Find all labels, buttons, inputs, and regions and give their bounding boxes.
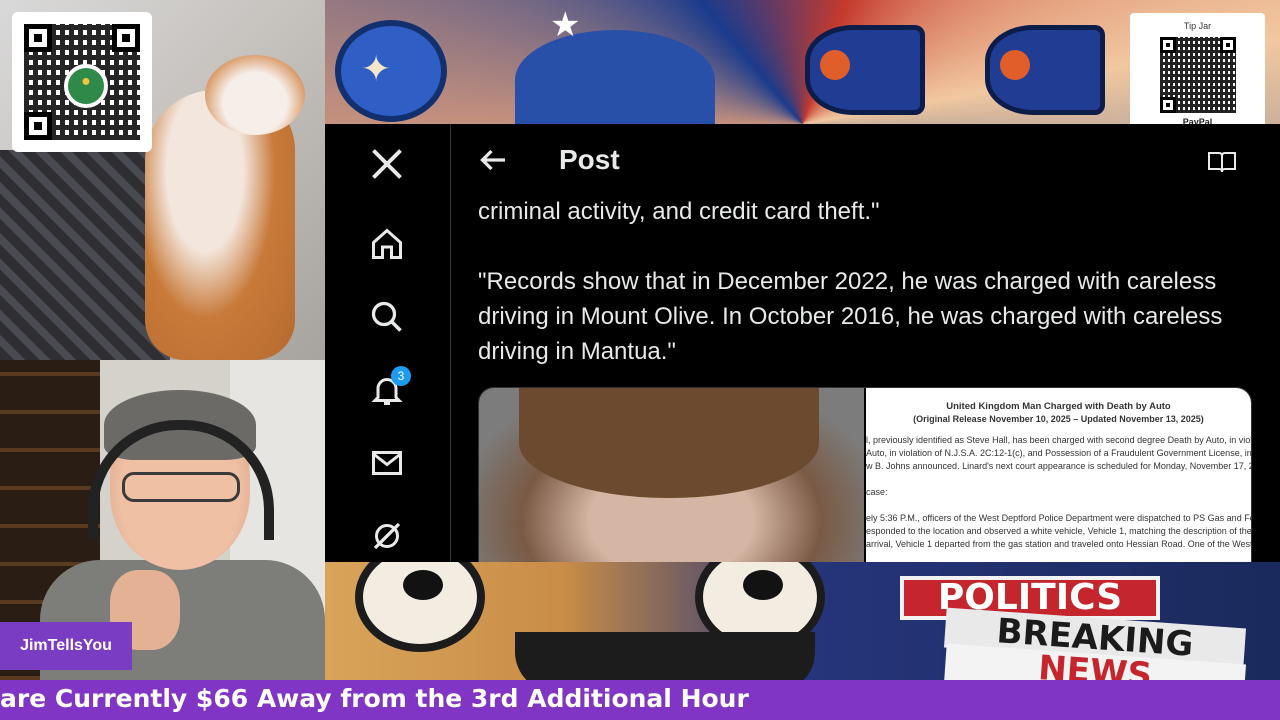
press-release-line: ely 5:36 P.M., officers of the West Dept… bbox=[866, 513, 1251, 523]
dog-head bbox=[205, 55, 305, 135]
tip-jar-qr-code bbox=[1159, 37, 1236, 113]
press-release-line bbox=[866, 499, 1251, 512]
megaphone-icon bbox=[805, 25, 925, 115]
press-release-title: United Kingdom Man Charged with Death by… bbox=[946, 401, 1171, 412]
cartoon-eye bbox=[355, 562, 485, 652]
notifications-bell-icon[interactable]: 3 bbox=[367, 366, 411, 410]
mail-icon[interactable] bbox=[367, 443, 407, 483]
grok-icon[interactable] bbox=[367, 516, 407, 556]
press-release-line: case: bbox=[866, 487, 888, 497]
post-body-text: criminal activity, and credit card theft… bbox=[478, 194, 1238, 404]
mugshot-image[interactable] bbox=[479, 388, 864, 562]
post-paragraph: "Records show that in December 2022, he … bbox=[478, 268, 1223, 365]
x-post-window: 3 Post criminal activity, and credit car… bbox=[325, 124, 1280, 562]
bird-icon: ✦ bbox=[335, 20, 447, 122]
post-paragraph: criminal activity, and credit card theft… bbox=[478, 198, 880, 225]
press-release-line: esponded to the location and observed a … bbox=[866, 526, 1251, 536]
bottom-art-banner: POLITICS BREAKING NEWS bbox=[325, 562, 1280, 680]
press-release-line bbox=[866, 473, 1251, 486]
x-logo-icon[interactable] bbox=[367, 144, 407, 184]
post-header: Post bbox=[455, 124, 1280, 198]
glasses bbox=[122, 472, 240, 502]
home-icon[interactable] bbox=[367, 224, 407, 264]
post-main-column: Post criminal activity, and credit card … bbox=[455, 124, 1280, 562]
press-release-line: l, previously identified as Steve Hall, … bbox=[866, 435, 1251, 445]
cartoon-mouth bbox=[515, 632, 815, 680]
qr-code: ● bbox=[12, 12, 152, 152]
press-release-line: w B. Johns announced. Linard's next cour… bbox=[866, 461, 1251, 471]
reader-mode-icon[interactable] bbox=[1207, 150, 1237, 174]
x-sidebar-nav: 3 bbox=[325, 124, 451, 562]
art-figure bbox=[515, 30, 715, 124]
press-release-line: arrival, Vehicle 1 departed from the gas… bbox=[866, 539, 1251, 549]
duck-logo-icon: ● bbox=[64, 64, 108, 108]
press-release-body: l, previously identified as Steve Hall, … bbox=[866, 426, 1251, 551]
post-media[interactable]: United Kingdom Man Charged with Death by… bbox=[478, 387, 1252, 562]
streamer-name-tag: JimTellsYou bbox=[0, 622, 132, 670]
page-title: Post bbox=[559, 144, 620, 175]
dog-camera-feed: ● bbox=[0, 0, 325, 360]
notification-count-badge: 3 bbox=[391, 366, 411, 386]
press-release-subtitle: (Original Release November 10, 2025 – Up… bbox=[913, 414, 1204, 424]
star-icon: ★ bbox=[550, 6, 581, 44]
press-release-image[interactable]: United Kingdom Man Charged with Death by… bbox=[866, 388, 1251, 562]
back-arrow-icon[interactable] bbox=[475, 142, 511, 178]
megaphone-icon bbox=[985, 25, 1105, 115]
donation-ticker: are Currently $66 Away from the 3rd Addi… bbox=[0, 680, 1280, 720]
search-icon[interactable] bbox=[367, 297, 407, 337]
ticker-text: are Currently $66 Away from the 3rd Addi… bbox=[0, 684, 749, 713]
tip-jar-label: Tip Jar bbox=[1183, 21, 1212, 31]
press-release-line: Auto, in violation of N.J.S.A. 2C:12-1(c… bbox=[866, 448, 1251, 458]
